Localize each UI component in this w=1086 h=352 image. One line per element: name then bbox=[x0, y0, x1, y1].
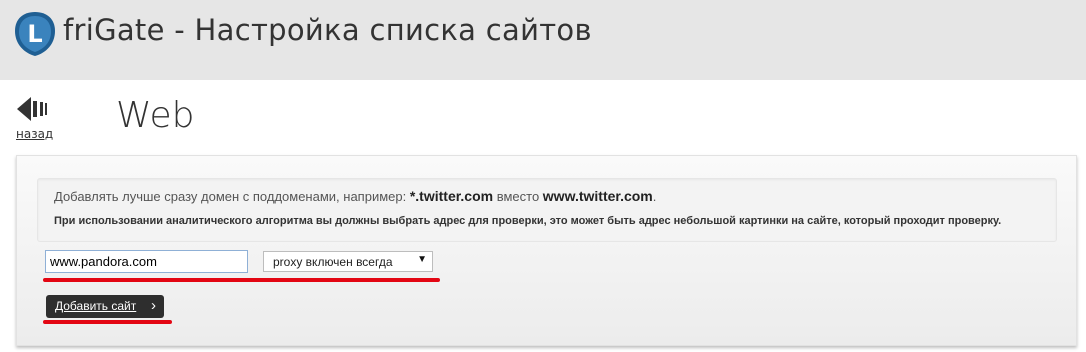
hint-line-2: При использовании аналитического алгорит… bbox=[54, 215, 1002, 227]
app-title: friGate - Настройка списка сайтов bbox=[63, 13, 592, 47]
annotation-underline-button bbox=[43, 320, 172, 324]
hint-example-subdomain: *.twitter.com bbox=[409, 188, 494, 204]
logo-letter: L bbox=[27, 20, 42, 48]
hint-line-1-suffix: . bbox=[652, 189, 657, 204]
proxy-mode-value: proxy включен всегда bbox=[273, 255, 393, 269]
back-arrow-icon[interactable] bbox=[17, 97, 49, 121]
back-label[interactable]: назад bbox=[16, 127, 53, 141]
add-site-button[interactable]: Добавить сайт › bbox=[46, 295, 164, 318]
page-title: Web bbox=[116, 95, 195, 136]
hint-line-1-middle: вместо bbox=[493, 189, 543, 204]
dropdown-arrow-icon[interactable]: ▼ bbox=[417, 254, 427, 265]
add-site-button-label: Добавить сайт bbox=[55, 299, 137, 313]
proxy-mode-select[interactable]: proxy включен всегда ▼ bbox=[263, 251, 433, 272]
hint-line-1: Добавлять лучше сразу домен с поддоменам… bbox=[54, 188, 656, 204]
site-settings-panel: Добавлять лучше сразу домен с поддоменам… bbox=[16, 155, 1077, 346]
hint-box: Добавлять лучше сразу домен с поддоменам… bbox=[37, 178, 1057, 242]
hint-line-1-prefix: Добавлять лучше сразу домен с поддоменам… bbox=[54, 189, 410, 204]
app-header: L friGate - Настройка списка сайтов bbox=[0, 0, 1086, 80]
hint-example-www: www.twitter.com bbox=[542, 188, 653, 204]
back-link[interactable]: назад bbox=[14, 97, 58, 143]
annotation-underline-inputs bbox=[43, 278, 440, 282]
frigate-logo-icon: L bbox=[15, 12, 55, 56]
chevron-right-icon: › bbox=[151, 297, 156, 314]
site-url-input[interactable] bbox=[45, 250, 248, 273]
